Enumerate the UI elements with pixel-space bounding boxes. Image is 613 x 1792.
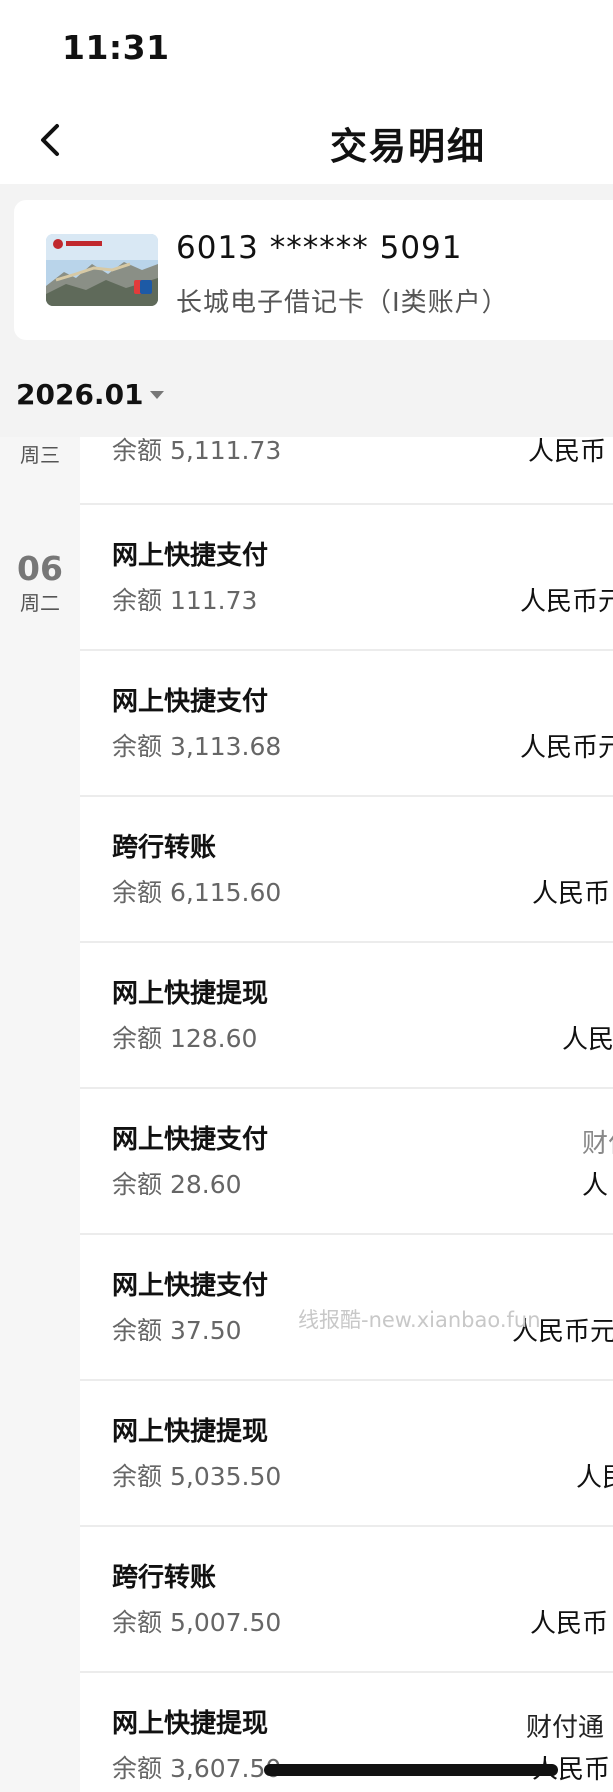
card-description: 长城电子借记卡（I类账户） [176, 288, 509, 318]
balance-value: 111.73 [169, 586, 258, 615]
caret-down-icon [149, 390, 164, 399]
transaction-type: 网上快捷提现 [112, 1709, 269, 1739]
currency-text: 人民币 [528, 437, 607, 467]
currency-text: 人民币 [530, 1609, 609, 1639]
balance-label: 余额 [112, 1754, 163, 1783]
status-time: 11:31 [62, 28, 170, 67]
balance-value: 28.60 [169, 1170, 242, 1199]
transaction-type: 网上快捷支付 [112, 541, 269, 571]
chevron-left-icon [41, 124, 59, 156]
balance-label: 余额 [112, 732, 163, 761]
transaction-row[interactable]: 网上快捷支付 余额 111.73 人民币元 [80, 505, 613, 651]
currency-text: 人 [582, 1171, 609, 1201]
transaction-row[interactable]: 跨行转账 余额 5,007.50 人民币 [80, 1527, 613, 1673]
month-label: 2026.01 [16, 378, 144, 411]
weekday-label: 周二 [20, 591, 60, 615]
balance-label: 余额 [112, 1608, 163, 1637]
transaction-row[interactable]: 网上快捷支付 余额 3,113.68 人民币元 [80, 651, 613, 797]
balance-value: 3,113.68 [169, 732, 282, 761]
balance-value: 5,035.50 [169, 1462, 282, 1491]
balance-label: 余额 [112, 1024, 163, 1053]
balance-value: 5,007.50 [169, 1608, 282, 1637]
nav-bar: 交易明细 [0, 100, 613, 184]
transaction-type: 网上快捷提现 [112, 979, 269, 1009]
card-number: 6013 ****** 5091 [176, 230, 463, 266]
transaction-row[interactable]: 网上快捷提现 余额 128.60 人民 [80, 943, 613, 1089]
balance-label: 余额 [112, 878, 163, 907]
merchant-text: 财付 [582, 1129, 613, 1159]
transaction-row[interactable]: 跨行转账 余额 6,115.60 人民币 [80, 797, 613, 943]
transaction-row[interactable]: 网上快捷提现 余额 5,035.50 人民 [80, 1381, 613, 1527]
watermark: 线报酷-new.xianbao.fun [298, 1308, 541, 1332]
currency-text: 人民币 [532, 879, 611, 909]
account-header: 6013 ****** 5091 长城电子借记卡（I类账户） 2026.01 [0, 184, 613, 437]
weekday-label: 周三 [20, 443, 60, 467]
balance-label: 余额 [112, 1170, 163, 1199]
currency-text: 人民币元 [520, 587, 613, 617]
balance-label: 余额 [112, 1316, 163, 1345]
balance-label: 余额 [112, 1462, 163, 1491]
day-number: 06 [17, 549, 63, 588]
page-title: 交易明细 [330, 125, 486, 168]
balance-value: 37.50 [169, 1316, 242, 1345]
transaction-list: 余额 5,111.73 人民币 网上快捷支付 余额 111.73 人民币元 网上… [80, 436, 613, 1792]
transaction-row[interactable]: 网上快捷支付 余额 28.60 财付 人 [80, 1089, 613, 1235]
transaction-type: 网上快捷支付 [112, 687, 269, 717]
month-selector[interactable]: 2026.01 [16, 378, 164, 411]
currency-text: 人民 [576, 1463, 613, 1493]
balance-value: 6,115.60 [169, 878, 282, 907]
status-bar: 11:31 [0, 0, 613, 100]
balance-value: 128.60 [169, 1024, 258, 1053]
account-card[interactable]: 6013 ****** 5091 长城电子借记卡（I类账户） [14, 200, 613, 340]
transaction-row[interactable]: 余额 5,111.73 人民币 [80, 436, 613, 505]
transaction-type: 跨行转账 [112, 1563, 217, 1593]
back-button[interactable] [24, 114, 76, 166]
balance-label: 余额 [112, 586, 163, 615]
transaction-type: 网上快捷支付 [112, 1271, 269, 1301]
home-indicator[interactable] [264, 1764, 558, 1776]
date-column: 周三 06 周二 [0, 437, 80, 1792]
balance-value: 5,111.73 [169, 436, 282, 465]
balance-label: 余额 [112, 436, 163, 465]
bank-card-thumbnail [46, 234, 158, 306]
currency-text: 人民币元 [520, 733, 613, 763]
transaction-type: 网上快捷提现 [112, 1417, 269, 1447]
merchant-text: 财付通 [526, 1713, 605, 1743]
transaction-type: 跨行转账 [112, 833, 217, 863]
transaction-type: 网上快捷支付 [112, 1125, 269, 1155]
currency-text: 人民 [562, 1025, 613, 1055]
